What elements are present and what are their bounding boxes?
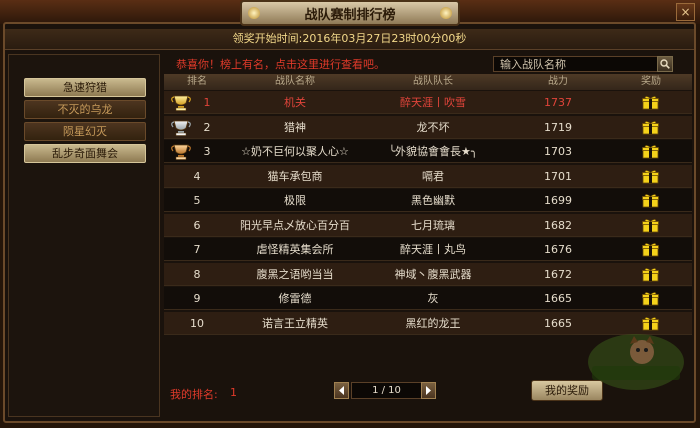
header-rank: 排名 <box>187 76 207 87</box>
ornament-icon <box>440 7 452 19</box>
close-button[interactable]: × <box>676 3 695 21</box>
power-cell: 1682 <box>544 218 572 232</box>
team-name-cell: 腹黑之语哟当当 <box>256 267 334 281</box>
gift-icon[interactable] <box>642 144 659 159</box>
table-header: 排名 战队名称 战队队长 战力 奖励 <box>164 74 692 90</box>
header-power: 战力 <box>548 76 568 87</box>
team-name-cell: 诺言王立精英 <box>262 316 328 330</box>
window-title-plate: 战队赛制排行榜 <box>240 0 460 26</box>
arrow-left-icon <box>339 386 344 395</box>
gift-icon[interactable] <box>642 316 659 331</box>
rank-cell: 10 <box>190 316 204 330</box>
table-row[interactable]: 5 极限 黑色幽默 1699 <box>164 189 692 212</box>
captain-cell: 黑红的龙王 <box>405 316 461 330</box>
gift-icon[interactable] <box>642 291 659 306</box>
sidebar-item-meteor[interactable]: 陨星幻灭 <box>24 122 146 141</box>
table-row[interactable]: 7 虐怪精英集会所 醉天涯丨丸鸟 1676 <box>164 238 692 261</box>
table-row[interactable]: 1 机关 醉天涯丨吹雪 1737 <box>164 91 692 114</box>
header-reward: 奖励 <box>641 76 661 87</box>
power-cell: 1672 <box>544 267 572 281</box>
captain-cell: 醉天涯丨丸鸟 <box>400 243 466 256</box>
close-icon: × <box>680 5 691 19</box>
gift-icon[interactable] <box>642 218 659 233</box>
prev-page-button[interactable] <box>334 382 349 399</box>
captain-cell: ╰外貌協會會長★╮ <box>388 145 478 158</box>
sidebar-item-speed-hunt[interactable]: 急速狩猎 <box>24 78 146 97</box>
congrats-hint-link[interactable]: 恭喜你！榜上有名，点击这里进行查看吧。 <box>176 56 385 72</box>
table-row[interactable]: 8 腹黑之语哟当当 神域丶腹黑武器 1672 <box>164 262 692 286</box>
rank-cell: 9 <box>193 292 201 305</box>
window-title: 战队赛制排行榜 <box>304 7 396 23</box>
power-cell: 1701 <box>544 169 572 183</box>
event-sidebar: 急速狩猎 不灭的乌龙 陨星幻灭 乱步奇面舞会 <box>8 54 160 417</box>
table-row[interactable]: 4 猫车承包商 嗝君 1701 <box>164 164 692 188</box>
team-name-cell: 阳光早点乄放心百分百 <box>240 218 350 232</box>
gift-icon[interactable] <box>642 193 659 208</box>
captain-cell: 龙不坏 <box>416 120 450 134</box>
captain-cell: 嗝君 <box>422 169 444 183</box>
rank-cell: 4 <box>193 169 201 183</box>
sidebar-item-label: 乱步奇面舞会 <box>52 147 118 160</box>
arrow-right-icon <box>426 386 431 395</box>
rank-cell: 6 <box>193 218 201 232</box>
my-rank-value: 1 <box>230 386 237 399</box>
header-captain: 战队队长 <box>413 76 453 87</box>
sidebar-item-masquerade[interactable]: 乱步奇面舞会 <box>24 144 146 163</box>
sidebar-item-label: 急速狩猎 <box>63 81 107 94</box>
table-row[interactable]: 3 ☆奶不巨何以聚人心☆ ╰外貌協會會長★╮ 1703 <box>164 140 692 163</box>
team-name-cell: 猫车承包商 <box>267 169 323 183</box>
gift-icon[interactable] <box>642 95 659 110</box>
power-cell: 1699 <box>544 194 572 207</box>
team-name-cell: 极限 <box>284 194 306 207</box>
rank-cell: 8 <box>193 267 201 281</box>
ornament-icon <box>248 7 260 19</box>
power-cell: 1719 <box>544 120 572 134</box>
rank-cell: 7 <box>193 243 201 256</box>
ailu-protector-logo <box>586 330 686 392</box>
gift-icon[interactable] <box>642 169 659 184</box>
search-icon <box>660 59 670 69</box>
sidebar-item-label: 陨星幻灭 <box>63 125 107 138</box>
power-cell: 1737 <box>544 96 572 109</box>
team-name-cell: 猎神 <box>284 120 306 134</box>
table-row[interactable]: 9 修雷德 灰 1665 <box>164 287 692 310</box>
search-button[interactable] <box>657 56 673 72</box>
gift-icon[interactable] <box>642 242 659 257</box>
team-name-cell: 虐怪精英集会所 <box>256 243 334 256</box>
logo-icon <box>588 334 684 390</box>
rank-cell: 5 <box>193 194 201 207</box>
power-cell: 1676 <box>544 243 572 256</box>
next-page-button[interactable] <box>421 382 436 399</box>
page-indicator: 1 / 10 <box>351 382 422 399</box>
team-name-cell: 机关 <box>284 96 306 109</box>
table-row[interactable]: 6 阳光早点乄放心百分百 七月琉璃 1682 <box>164 213 692 237</box>
table-row[interactable]: 2 猎神 龙不坏 1719 <box>164 115 692 139</box>
sidebar-item-immortal-dragon[interactable]: 不灭的乌龙 <box>24 100 146 119</box>
captain-cell: 醉天涯丨吹雪 <box>400 96 466 109</box>
power-cell: 1703 <box>544 145 572 158</box>
team-search-input[interactable] <box>493 56 673 72</box>
power-cell: 1665 <box>544 292 572 305</box>
sidebar-item-label: 不灭的乌龙 <box>57 103 113 116</box>
team-name-cell: ☆奶不巨何以聚人心☆ <box>241 145 349 158</box>
captain-cell: 七月琉璃 <box>411 218 455 232</box>
gift-icon[interactable] <box>642 120 659 135</box>
award-time-bar: 领奖开始时间:2016年03月27日23时00分00秒 <box>5 29 694 50</box>
gift-icon[interactable] <box>642 267 659 282</box>
team-name-cell: 修雷德 <box>278 292 312 305</box>
header-team: 战队名称 <box>275 76 315 87</box>
award-time-text: 领奖开始时间:2016年03月27日23时00分00秒 <box>232 32 467 45</box>
captain-cell: 黑色幽默 <box>411 194 455 207</box>
my-rank-label: 我的排名: <box>170 388 218 401</box>
captain-cell: 灰 <box>427 292 439 305</box>
captain-cell: 神域丶腹黑武器 <box>394 267 472 281</box>
